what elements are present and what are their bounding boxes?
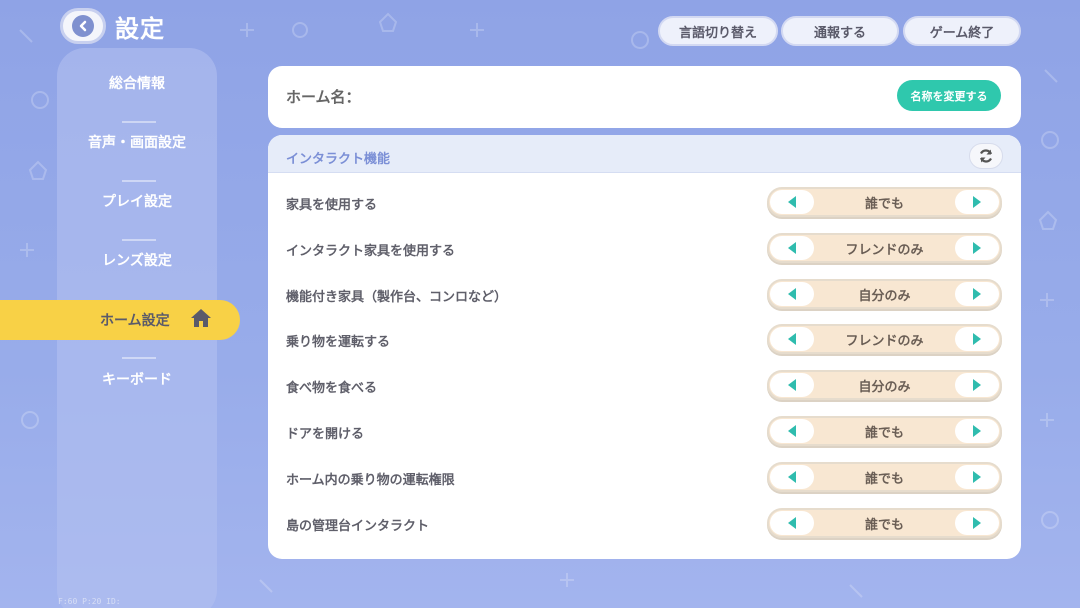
arrow-left-icon: [788, 517, 796, 529]
arrow-left-button[interactable]: [770, 190, 814, 214]
sidebar-item-audio-video[interactable]: 音声・画面設定: [57, 122, 217, 162]
debug-footer: F:60 P:20 ID:: [58, 597, 121, 606]
arrow-right-icon: [973, 425, 981, 437]
selector-vehicle-permission: 誰でも: [767, 462, 1002, 492]
sidebar-item-label: ホーム設定: [100, 313, 170, 329]
report-button[interactable]: 通報する: [781, 16, 899, 46]
home-icon: [190, 308, 212, 332]
arrow-right-icon: [973, 379, 981, 391]
home-name-label: ホーム名：: [286, 88, 361, 106]
sidebar-item-keyboard[interactable]: キーボード: [57, 359, 217, 399]
setting-label-island-admin: 島の管理台インタラクト: [286, 519, 430, 534]
quit-game-button[interactable]: ゲーム終了: [903, 16, 1021, 46]
setting-label-functional-furniture: 機能付き家具（製作台、コンロなど）: [286, 290, 508, 305]
arrow-left-button[interactable]: [770, 282, 814, 306]
arrow-left-icon: [788, 471, 796, 483]
rename-button[interactable]: 名称を変更する: [897, 80, 1001, 111]
refresh-button[interactable]: [969, 143, 1003, 169]
arrow-left-button[interactable]: [770, 511, 814, 535]
selector-island-admin: 誰でも: [767, 508, 1002, 538]
setting-label-vehicle-permission: ホーム内の乗り物の運転権限: [286, 473, 455, 488]
selector-interact-furniture: フレンドのみ: [767, 233, 1002, 263]
selector-value: 誰でも: [864, 196, 904, 212]
arrow-left-button[interactable]: [770, 236, 814, 260]
selector-functional-furniture: 自分のみ: [767, 279, 1002, 309]
selector-value: 自分のみ: [858, 379, 911, 395]
arrow-right-button[interactable]: [955, 327, 999, 351]
selector-drive-vehicle: フレンドのみ: [767, 324, 1002, 354]
arrow-left-icon: [788, 196, 796, 208]
arrow-right-button[interactable]: [955, 465, 999, 489]
language-switch-button[interactable]: 言語切り替え: [658, 16, 778, 46]
arrow-right-icon: [973, 517, 981, 529]
arrow-right-icon: [973, 242, 981, 254]
arrow-right-button[interactable]: [955, 236, 999, 260]
selector-value: 自分のみ: [858, 288, 911, 304]
arrow-right-button[interactable]: [955, 373, 999, 397]
arrow-right-button[interactable]: [955, 419, 999, 443]
arrow-left-button[interactable]: [770, 327, 814, 351]
arrow-left-icon: [788, 242, 796, 254]
arrow-right-icon: [973, 333, 981, 345]
selector-furniture: 誰でも: [767, 187, 1002, 217]
arrow-left-icon: [788, 379, 796, 391]
arrow-left-icon: [788, 333, 796, 345]
section-header: インタラクト機能: [268, 135, 1021, 173]
setting-label-furniture: 家具を使用する: [286, 198, 378, 213]
selector-value: フレンドのみ: [845, 333, 924, 349]
arrow-left-icon: [788, 425, 796, 437]
setting-label-open-door: ドアを開ける: [286, 427, 365, 442]
arrow-right-button[interactable]: [955, 511, 999, 535]
selector-value: 誰でも: [864, 425, 904, 441]
arrow-right-icon: [973, 288, 981, 300]
setting-label-drive-vehicle: 乗り物を運転する: [286, 335, 391, 350]
back-button[interactable]: [60, 8, 106, 44]
arrow-right-icon: [973, 471, 981, 483]
selector-value: フレンドのみ: [845, 242, 924, 258]
selector-value: 誰でも: [864, 517, 904, 533]
arrow-right-button[interactable]: [955, 282, 999, 306]
sidebar-item-home[interactable]: ホーム設定: [0, 300, 240, 340]
sidebar-item-play[interactable]: プレイ設定: [57, 181, 217, 221]
selector-value: 誰でも: [864, 471, 904, 487]
selector-eat-food: 自分のみ: [767, 370, 1002, 400]
sidebar-item-general[interactable]: 総合情報: [57, 63, 217, 103]
sidebar-item-lens[interactable]: レンズ設定: [57, 240, 217, 280]
arrow-left-button[interactable]: [770, 419, 814, 443]
selector-open-door: 誰でも: [767, 416, 1002, 446]
page-title: 設定: [115, 15, 165, 43]
arrow-left-icon: [788, 288, 796, 300]
arrow-left-button[interactable]: [770, 373, 814, 397]
section-title: インタラクト機能: [286, 152, 391, 167]
setting-label-interact-furniture: インタラクト家具を使用する: [286, 244, 456, 259]
setting-label-eat-food: 食べ物を食べる: [286, 381, 378, 396]
refresh-icon: [979, 149, 993, 163]
arrow-left-button[interactable]: [770, 465, 814, 489]
arrow-right-button[interactable]: [955, 190, 999, 214]
back-arrow-icon: [72, 15, 94, 37]
arrow-right-icon: [973, 196, 981, 208]
